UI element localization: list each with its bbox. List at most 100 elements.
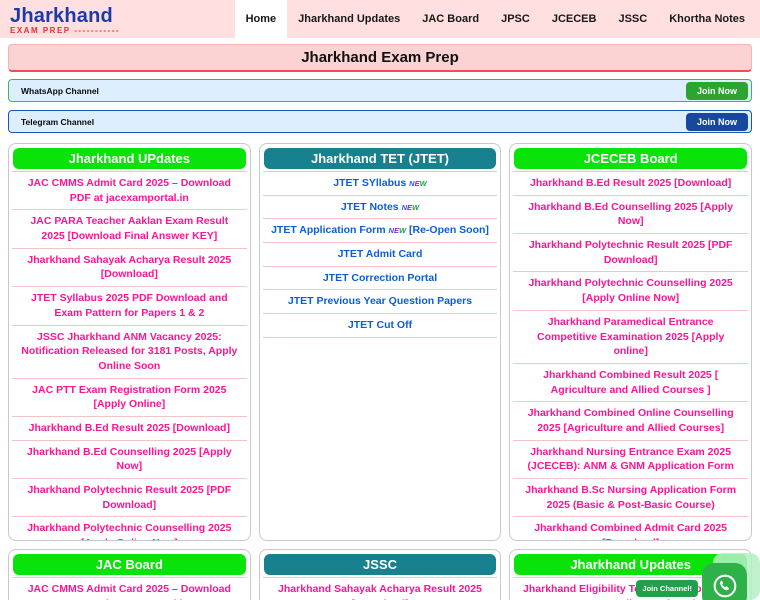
link-text: JAC PTT Exam Registration Form 2025 [App… [32,383,227,411]
link-text: Jharkhand Sahayak Acharya Result 2025 [D… [27,253,232,281]
link-item[interactable]: Jharkhand Paramedical Entrance Competiti… [513,311,748,364]
top-header: Jharkhand EXAM PREP ----------- Home Jhar… [0,0,760,38]
link-text: JTET Notes [340,200,399,213]
section-jharkhand-tet-jtet: Jharkhand TET (JTET) JTET SYllabus NEW JTE… [258,143,502,541]
section-header-jharkhand-tet-jtet: Jharkhand TET (JTET) [263,148,497,169]
link-item[interactable]: Jharkhand Combined Result 2025 [ Agricul… [513,364,748,403]
link-item[interactable]: Jharkhand Sahayak Acharya Result 2025 [D… [12,249,247,288]
join-channel-label[interactable]: Join Channel! [636,580,698,597]
link-item[interactable]: Jharkhand Combined Online Counselling 20… [513,402,748,441]
section-link-list: Jharkhand Sahayak Acharya Result 2025 [D… [262,577,498,600]
section-header-jac-board: JAC Board [13,554,246,575]
whatsapp-join-button[interactable]: Join Now [686,81,748,100]
link-text: Jharkhand B.Ed Counselling 2025 [Apply N… [26,445,232,473]
section-jceceb-board: JCECEB Board Jharkhand B.Ed Result 2025 [… [509,143,752,541]
link-item[interactable]: JTET Correction Portal [262,267,498,291]
page-title: Jharkhand Exam Prep [301,49,459,66]
link-item[interactable]: Jharkhand Combined Admit Card 2025 [Down… [513,517,748,540]
link-text: Jharkhand B.Ed Result 2025 [Download] [530,177,732,189]
telegram-channel-label: Telegram Channel [21,116,95,127]
logo-title: Jharkhand [10,4,113,27]
link-text: JTET Cut Off [347,319,413,332]
link-item[interactable]: JTET SYllabus NEW [262,172,498,196]
link-item[interactable]: Jharkhand B.Ed Counselling 2025 [Apply N… [12,441,247,479]
link-item[interactable]: JTET Previous Year Question Papers [262,290,498,315]
nav-item-jssc[interactable]: JSSC [607,0,658,38]
link-text: JTET Syllabus 2025 PDF Download and Exam… [31,292,228,319]
section-header-jssc: JSSC [263,554,497,575]
link-item[interactable]: JAC CMMS Admit Card 2025 – Download PDF … [12,172,247,211]
link-item[interactable]: Jharkhand B.Sc Nursing Application Form … [513,479,748,518]
section-link-list: JTET SYllabus NEW JTET Notes NEW JTET Appl… [262,171,498,338]
link-text: JSSC Jharkhand ANM Vacancy 2025: Notific… [21,330,238,372]
whatsapp-float-button[interactable] [702,563,747,600]
link-text: JTET Application Form [271,224,386,237]
link-item[interactable]: Jharkhand Sahayak Acharya Result 2025 [D… [263,578,498,600]
link-item[interactable]: JTET Syllabus 2025 PDF Download and Exam… [12,287,247,326]
link-text: JAC CMMS Admit Card 2025 – Download PDF … [27,583,231,600]
link-item[interactable]: Jharkhand Nursing Entrance Exam 2025 (JC… [513,441,748,479]
link-item[interactable]: Jharkhand B.Ed Counselling 2025 [Apply N… [513,196,748,235]
link-text: JAC CMMS Admit Card 2025 – Download PDF … [27,177,231,204]
section-jharkhand-updates: Jharkhand UPdates JAC CMMS Admit Card 202… [8,143,251,541]
link-text: Jharkhand B.Ed Counselling 2025 [Apply N… [528,200,734,228]
link-text: Jharkhand Polytechnic Counselling 2025 [… [27,522,232,540]
link-item[interactable]: Jharkhand Polytechnic Result 2025 [PDF D… [513,234,748,273]
section-header-jceceb-board: JCECEB Board [514,148,747,169]
link-text: Jharkhand Sahayak Acharya Result 2025 [D… [278,583,482,600]
link-item[interactable]: Jharkhand Polytechnic Counselling 2025 [… [12,517,247,540]
link-text: Jharkhand Nursing Entrance Exam 2025 (JC… [527,445,734,473]
link-text: JTET Previous Year Question Papers [287,295,473,308]
section-jac-board: JAC Board JAC CMMS Admit Card 2025 – Down… [8,549,251,600]
link-item[interactable]: JAC PTT Exam Registration Form 2025 [App… [12,379,247,417]
site-logo[interactable]: Jharkhand EXAM PREP ----------- [10,4,120,35]
link-text: JTET Correction Portal [322,271,438,284]
telegram-channel-banner: Telegram Channel Join Now [8,110,752,133]
link-item[interactable]: JAC PARA Teacher Aaklan Exam Result 2025… [12,210,247,249]
sections-top-row: Jharkhand UPdates JAC CMMS Admit Card 202… [8,143,752,541]
whatsapp-icon [710,571,740,600]
section-link-list: Jharkhand B.Ed Result 2025 [Download] Jha… [513,171,748,540]
section-header-jharkhand-updates: Jharkhand UPdates [13,148,246,169]
link-text: Jharkhand Polytechnic Result 2025 [PDF D… [528,239,733,266]
link-text: Jharkhand B.Sc Nursing Application Form … [525,484,737,511]
logo-subtitle: EXAM PREP ----------- [10,25,121,35]
link-text: Jharkhand Polytechnic Counselling 2025 [… [528,277,733,305]
main-nav: Home Jharkhand Updates JAC Board JPSC JCECEB… [234,0,756,38]
link-text: JTET Admit Card [337,248,423,261]
link-text: JTET SYllabus [333,177,407,189]
link-text: Jharkhand B.Ed Result 2025 [Download] [28,421,230,434]
whatsapp-channel-label: WhatsApp Channel [21,85,99,96]
nav-item-khortha-notes[interactable]: Khortha Notes [658,0,756,38]
link-text-suffix: [Re-Open Soon] [408,224,489,237]
link-item[interactable]: JSSC Jharkhand ANM Vacancy 2025: Notific… [12,326,247,379]
nav-item-jac-board[interactable]: JAC Board [411,0,490,38]
link-item[interactable]: JTET Cut Off [262,314,498,338]
link-text: Jharkhand Polytechnic Result 2025 [PDF D… [27,484,232,511]
link-item[interactable]: Jharkhand Polytechnic Counselling 2025 [… [513,272,748,311]
link-item[interactable]: JAC CMMS Admit Card 2025 – Download PDF … [12,578,247,600]
link-text: Jharkhand Paramedical Entrance Competiti… [537,315,725,358]
link-text: Jharkhand Combined Online Counselling 20… [527,407,734,434]
link-item[interactable]: JTET Application Form NEW [Re-Open Soon] [262,219,498,244]
link-item[interactable]: JTET Notes NEW [262,196,498,220]
nav-item-jpsc[interactable]: JPSC [490,0,541,38]
section-jssc: JSSC Jharkhand Sahayak Acharya Result 202… [258,549,502,600]
link-item[interactable]: Jharkhand B.Ed Result 2025 [Download] [513,172,748,196]
new-badge-icon: NEW [409,179,427,188]
link-item[interactable]: JTET Admit Card [262,243,498,267]
telegram-join-button[interactable]: Join Now [686,112,748,131]
whatsapp-channel-banner: WhatsApp Channel Join Now [8,79,752,102]
new-badge-icon: NEW [401,202,420,212]
nav-item-home[interactable]: Home [234,0,288,38]
link-text: JAC PARA Teacher Aaklan Exam Result 2025… [30,215,229,243]
link-item[interactable]: Jharkhand B.Ed Result 2025 [Download] [12,417,247,441]
link-item[interactable]: Jharkhand Polytechnic Result 2025 [PDF D… [12,479,247,518]
new-badge-icon: NEW [388,226,407,236]
nav-item-jceceb[interactable]: JCECEB [541,0,608,38]
section-link-list: JAC CMMS Admit Card 2025 – Download PDF … [12,171,247,540]
nav-item-jharkhand-updates[interactable]: Jharkhand Updates [287,0,411,38]
page-title-bar: Jharkhand Exam Prep [8,44,752,72]
logo-dashes: ----------- [74,25,121,35]
link-text: Jharkhand Combined Admit Card 2025 [Down… [534,522,728,540]
